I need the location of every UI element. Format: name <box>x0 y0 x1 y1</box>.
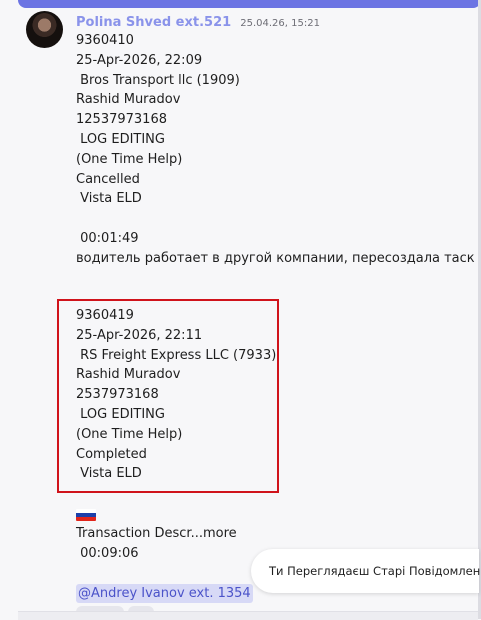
message-line: Cancelled <box>76 171 140 187</box>
top-accent-bar <box>18 0 481 8</box>
transaction-description: Transaction Descr...more <box>76 524 237 544</box>
avatar[interactable] <box>26 11 63 48</box>
message-line: 25-Apr-2026, 22:09 <box>76 52 203 68</box>
duration: 00:09:06 <box>76 546 139 561</box>
message-body-2: 9360419 25-Apr-2026, 22:11 RS Freight Ex… <box>76 306 276 484</box>
message-body: 9360410 25-Apr-2026, 22:09 Bros Transpor… <box>76 31 475 269</box>
message-line: водитель работает в другой компании, пер… <box>76 250 475 266</box>
message-line: Rashid Muradov <box>76 367 181 383</box>
message-line: Vista ELD <box>76 466 142 482</box>
user-mention[interactable]: @Andrey Ivanov ext. 1354 <box>76 584 253 603</box>
message-line: (One Time Help) <box>76 426 183 442</box>
description-text: Transaction Descr... <box>76 526 203 541</box>
message-line: Vista ELD <box>76 191 142 207</box>
message-line: 12537973168 <box>76 112 167 128</box>
old-messages-toast[interactable]: Ти Переглядаєш Старі Повідомлення <box>251 549 481 593</box>
message-timestamp: 25.04.26, 15:21 <box>240 18 320 29</box>
message-line: Rashid Muradov <box>76 92 181 108</box>
toast-text: Ти Переглядаєш Старі Повідомлення <box>269 564 481 578</box>
message-line: 2537973168 <box>76 387 159 403</box>
message-line: (One Time Help) <box>76 151 183 167</box>
message-line: LOG EDITING <box>76 131 165 147</box>
message-line: 9360419 <box>76 308 134 323</box>
message-line: Completed <box>76 446 147 462</box>
message-line: LOG EDITING <box>76 406 165 422</box>
message-line <box>76 209 475 229</box>
message-line: 9360410 <box>76 33 134 48</box>
more-link[interactable]: more <box>203 526 237 541</box>
russia-flag-icon <box>76 509 96 521</box>
message-line: RS Freight Express LLC (7933) <box>76 347 277 363</box>
message-line: 00:01:49 <box>76 230 139 246</box>
message-line: 25-Apr-2026, 22:11 <box>76 327 203 343</box>
message-header: Polina Shved ext.521 25.04.26, 15:21 <box>76 11 320 30</box>
message-line: Bros Transport llc (1909) <box>76 72 240 88</box>
sender-name[interactable]: Polina Shved ext.521 <box>76 15 231 30</box>
